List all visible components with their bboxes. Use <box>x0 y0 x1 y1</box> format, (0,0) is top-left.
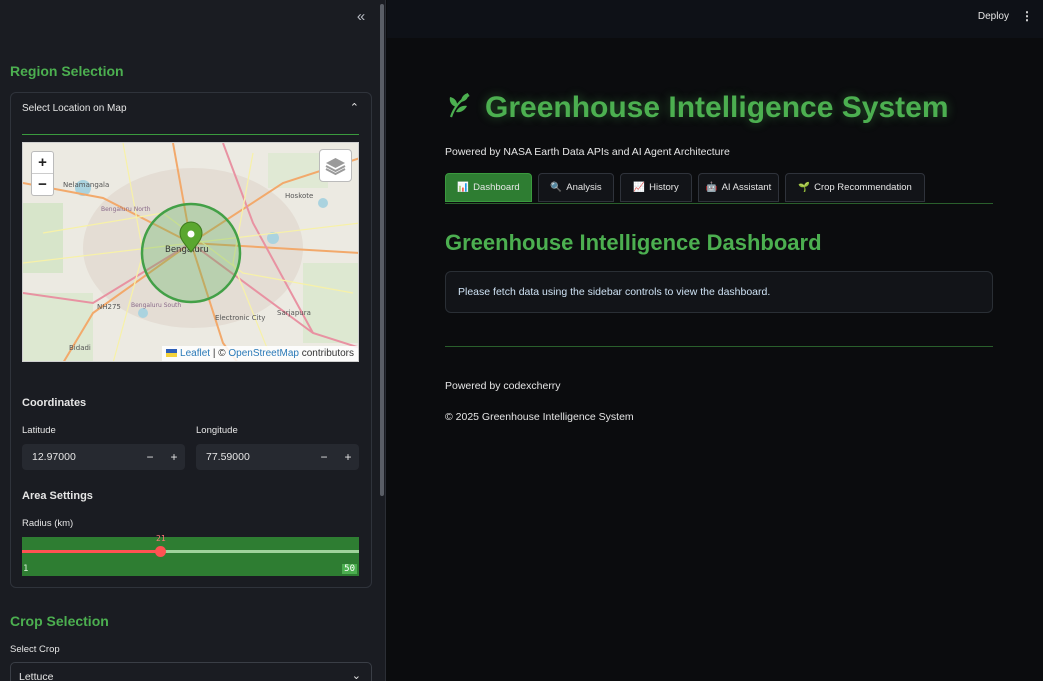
openstreetmap-link[interactable]: OpenStreetMap <box>228 348 299 359</box>
area-settings-title: Area Settings <box>22 490 93 502</box>
crop-selection-title: Crop Selection <box>10 613 109 629</box>
ukraine-flag-icon <box>166 349 178 357</box>
longitude-decrement-button[interactable]: − <box>315 448 333 466</box>
trend-chart-icon: 📈 <box>633 182 646 193</box>
map-label-7: Bengaluru North <box>101 206 151 213</box>
bar-chart-icon: 📊 <box>457 182 470 193</box>
radius-label: Radius (km) <box>22 518 74 529</box>
longitude-value[interactable]: 77.59000 <box>206 451 250 463</box>
page-subtitle: Powered by NASA Earth Data APIs and AI A… <box>445 146 730 158</box>
map-label-3: NH275 <box>97 303 121 311</box>
tab-ai-assistant[interactable]: 🤖 AI Assistant <box>698 173 779 202</box>
footer-powered-by: Powered by codexcherry <box>445 380 561 392</box>
slider-thumb[interactable] <box>155 546 166 557</box>
seedling-icon: 🌱 <box>798 182 811 193</box>
location-map[interactable]: Nelamangala Hoskote NH275 Electronic Cit… <box>22 142 359 362</box>
magnifier-icon: 🔍 <box>550 182 563 193</box>
radius-slider[interactable]: 21 1 50 <box>22 534 359 576</box>
tab-divider <box>445 203 993 204</box>
map-label-4: Electronic City <box>215 314 265 322</box>
sidebar-scrollbar[interactable] <box>380 4 384 496</box>
latitude-increment-button[interactable]: + <box>165 448 183 466</box>
tab-analysis[interactable]: 🔍 Analysis <box>538 173 614 202</box>
chevron-up-icon[interactable]: ⌃ <box>350 101 359 114</box>
double-chevron-left-icon[interactable]: « <box>352 8 370 26</box>
page-title-text: Greenhouse Intelligence System <box>485 91 949 124</box>
dashboard-title: Greenhouse Intelligence Dashboard <box>445 230 822 255</box>
chevron-down-icon[interactable]: ⌄ <box>352 669 361 681</box>
longitude-input[interactable]: 77.59000 − + <box>196 444 359 470</box>
map-label-5: Sarjapura <box>277 309 311 317</box>
info-alert: Please fetch data using the sidebar cont… <box>445 271 993 313</box>
map-label-0: Nelamangala <box>63 181 109 189</box>
longitude-label: Longitude <box>196 425 238 436</box>
tab-dashboard[interactable]: 📊 Dashboard <box>445 173 532 202</box>
layers-icon[interactable] <box>319 149 352 182</box>
tab-crop-recommendation[interactable]: 🌱 Crop Recommendation <box>785 173 925 202</box>
latitude-decrement-button[interactable]: − <box>141 448 159 466</box>
latitude-input[interactable]: 12.97000 − + <box>22 444 185 470</box>
map-tiles: Nelamangala Hoskote NH275 Electronic Cit… <box>23 143 358 361</box>
coordinates-title: Coordinates <box>22 397 87 409</box>
footer-divider <box>445 346 993 347</box>
select-crop-label: Select Crop <box>10 644 60 655</box>
more-menu-icon[interactable]: ⋮ <box>1021 9 1033 23</box>
leaf-icon <box>445 90 475 125</box>
region-selection-title: Region Selection <box>10 63 124 79</box>
slider-max: 50 <box>342 564 357 574</box>
tab-dashboard-label: Dashboard <box>473 182 520 193</box>
slider-min: 1 <box>23 564 29 574</box>
zoom-out-button[interactable]: − <box>32 174 53 196</box>
main-content: Greenhouse Intelligence System Powered b… <box>387 38 1043 681</box>
tab-ai-assistant-label: AI Assistant <box>721 182 772 193</box>
tab-crop-recommendation-label: Crop Recommendation <box>814 182 912 193</box>
map-label-2: Hoskote <box>285 192 313 200</box>
map-attribution: Leaflet | © OpenStreetMap contributors <box>162 346 358 361</box>
leaflet-link[interactable]: Leaflet <box>180 348 210 359</box>
latitude-value[interactable]: 12.97000 <box>32 451 76 463</box>
crop-select[interactable]: Lettuce ⌄ <box>10 662 372 681</box>
page-title: Greenhouse Intelligence System <box>445 90 949 125</box>
crop-select-value[interactable]: Lettuce <box>19 671 53 681</box>
tab-analysis-label: Analysis <box>566 182 602 193</box>
expander-divider <box>22 134 359 135</box>
footer-copyright: © 2025 Greenhouse Intelligence System <box>445 411 634 423</box>
latitude-label: Latitude <box>22 425 56 436</box>
robot-icon: 🤖 <box>705 182 718 193</box>
zoom-control: + − <box>31 151 54 196</box>
longitude-increment-button[interactable]: + <box>339 448 357 466</box>
tab-history[interactable]: 📈 History <box>620 173 692 202</box>
attribution-tail: contributors <box>301 348 354 359</box>
zoom-in-button[interactable]: + <box>32 152 53 174</box>
slider-current-value: 21 <box>156 534 166 543</box>
top-bar: Deploy ⋮ <box>387 0 1043 38</box>
slider-fill <box>22 550 160 553</box>
map-label-8: Bengaluru South <box>131 302 181 309</box>
tab-history-label: History <box>649 182 679 193</box>
attribution-separator: | © <box>212 348 226 359</box>
sidebar: « Region Selection Select Location on Ma… <box>0 0 386 681</box>
deploy-button[interactable]: Deploy <box>978 11 1009 22</box>
map-expander-label[interactable]: Select Location on Map <box>22 103 127 114</box>
map-label-6: Bidadi <box>69 344 91 352</box>
info-message: Please fetch data using the sidebar cont… <box>458 286 771 298</box>
